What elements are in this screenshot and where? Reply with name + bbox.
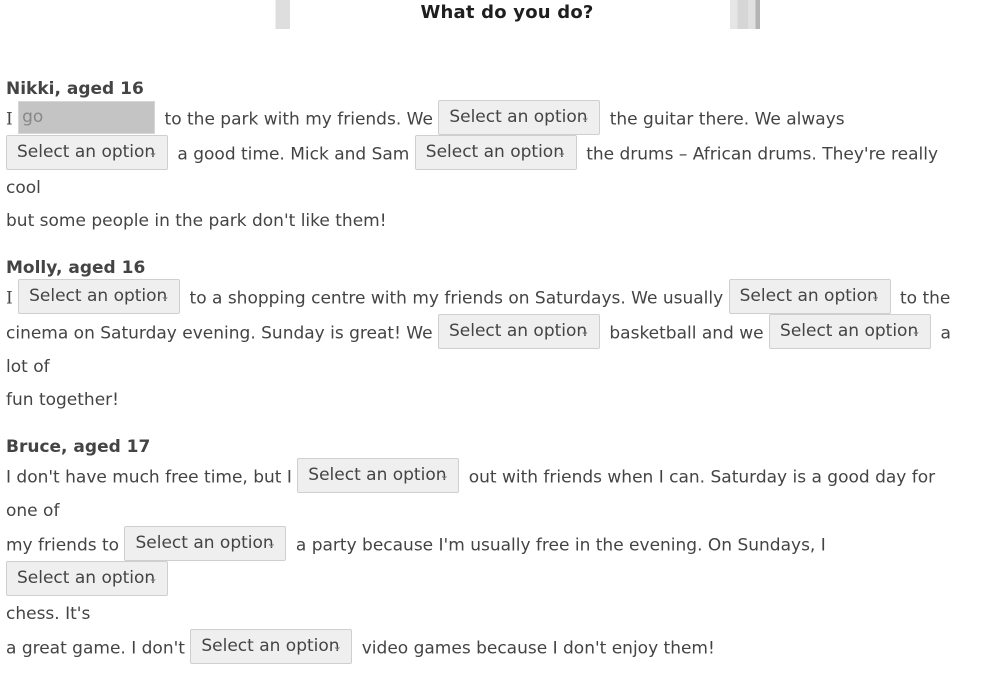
text-segment: basketball and we — [609, 323, 764, 344]
chevron-down-icon: ⌄ — [160, 289, 171, 303]
answer-dropdown[interactable]: Select an option ⌄ — [769, 314, 932, 349]
section-nikki: Nikki, aged 16 I go to the park with my … — [6, 76, 966, 238]
text-segment: cinema on Saturday evening. Sunday is gr… — [6, 323, 433, 344]
exercise-content: Nikki, aged 16 I go to the park with my … — [6, 76, 966, 683]
section-bruce: Bruce, aged 17 I don't have much free ti… — [6, 434, 966, 666]
text-segment: chess. It's — [6, 604, 91, 624]
dropdown-placeholder: Select an option — [449, 107, 588, 127]
dropdown-placeholder: Select an option — [308, 465, 447, 485]
chevron-down-icon: ⌄ — [439, 468, 450, 482]
page-title: What do you do? — [420, 2, 594, 23]
chevron-down-icon: ⌄ — [556, 145, 567, 159]
chevron-down-icon: ⌄ — [147, 145, 158, 159]
chevron-down-icon: ⌄ — [579, 324, 590, 338]
answer-dropdown[interactable]: Select an option ⌄ — [438, 100, 601, 135]
dropdown-placeholder: Select an option — [29, 286, 168, 306]
dropdown-placeholder: Select an option — [448, 321, 588, 341]
chevron-down-icon: ⌄ — [332, 639, 343, 653]
text-segment: a great game. I don't — [6, 638, 185, 659]
chevron-down-icon: ⌄ — [266, 536, 277, 550]
text-segment: to a shopping centre with my friends on … — [189, 288, 724, 309]
header-banner: What do you do? — [274, 0, 766, 29]
answer-dropdown[interactable]: Select an option ⌄ — [297, 458, 460, 493]
dropdown-placeholder: Select an option — [425, 142, 564, 162]
answer-dropdown[interactable]: Select an option ⌄ — [124, 526, 287, 561]
answer-input-filled[interactable]: go — [18, 101, 156, 134]
answer-dropdown[interactable]: Select an option ⌄ — [437, 314, 600, 349]
answer-dropdown[interactable]: Select an option ⌄ — [18, 279, 181, 314]
text-segment: the guitar there. We always — [609, 109, 845, 130]
dropdown-placeholder: Select an option — [17, 142, 156, 162]
person-heading: Bruce, aged 17 — [6, 437, 151, 457]
section-molly: Molly, aged 16 I Select an option ⌄ to a … — [6, 255, 966, 417]
person-heading: Nikki, aged 16 — [6, 79, 144, 99]
text-segment: but some people in the park don't like t… — [6, 211, 387, 231]
dropdown-placeholder: Select an option — [780, 321, 919, 341]
text-segment: fun together! — [6, 390, 119, 410]
dropdown-placeholder: Select an option — [739, 286, 878, 306]
answer-dropdown[interactable]: Select an option ⌄ — [414, 135, 577, 170]
paragraph: I Select an option ⌄ to a shopping centre… — [6, 279, 966, 417]
banner-image-edge-right — [730, 0, 760, 29]
text-segment: to the park with my friends. We — [164, 109, 433, 130]
text-segment: a good time. Mick and Sam — [177, 144, 410, 165]
text-segment: a party because I'm usually free in the … — [295, 535, 826, 556]
paragraph: I go to the park with my friends. We Sel… — [6, 100, 966, 238]
answer-dropdown[interactable]: Select an option ⌄ — [6, 561, 168, 596]
text-segment: I — [6, 288, 13, 309]
person-heading: Molly, aged 16 — [6, 258, 146, 278]
chevron-down-icon: ⌄ — [870, 289, 881, 303]
answer-dropdown[interactable]: Select an option ⌄ — [190, 629, 353, 664]
paragraph: I don't have much free time, but I Selec… — [6, 458, 966, 666]
dropdown-placeholder: Select an option — [201, 636, 340, 656]
text-segment: video games because I don't enjoy them! — [361, 638, 715, 659]
chevron-down-icon: ⌄ — [147, 571, 158, 585]
answer-dropdown[interactable]: Select an option ⌄ — [728, 279, 891, 314]
dropdown-placeholder: Select an option — [17, 568, 156, 588]
text-segment: my friends to — [6, 535, 120, 556]
chevron-down-icon: ⌄ — [580, 110, 591, 124]
text-segment: I — [6, 109, 13, 130]
chevron-down-icon: ⌄ — [910, 324, 922, 338]
dropdown-placeholder: Select an option — [135, 533, 274, 553]
answer-dropdown[interactable]: Select an option ⌄ — [6, 135, 168, 170]
text-segment: I don't have much free time, but I — [6, 467, 292, 488]
text-segment: to the — [900, 288, 951, 309]
